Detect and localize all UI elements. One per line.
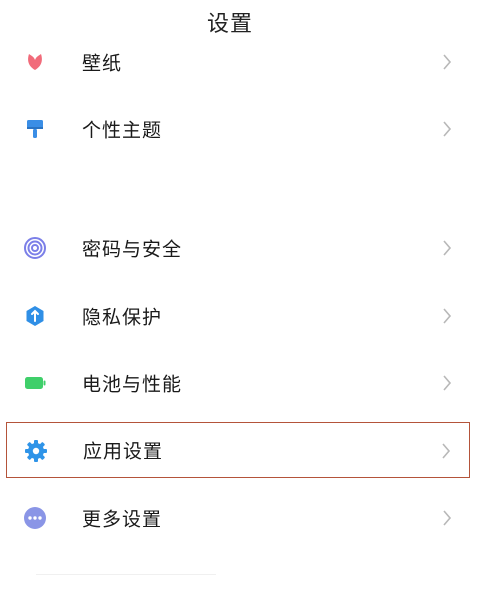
privacy-shield-icon [26,306,44,326]
chevron-right-icon [443,240,452,256]
settings-item-app-settings[interactable]: 应用设置 [6,422,470,478]
more-dots-icon [24,507,46,529]
chevron-right-icon [443,121,452,137]
settings-item-more-settings[interactable]: 更多设置 [6,490,470,546]
settings-item-label: 应用设置 [83,440,164,463]
settings-item-wallpaper[interactable]: 壁纸 [6,34,470,90]
theme-brush-icon [27,120,43,138]
settings-item-label: 隐私保护 [82,306,163,329]
chevron-right-icon [443,308,452,324]
settings-item-password-security[interactable]: 密码与安全 [6,220,470,276]
battery-icon [25,377,46,389]
wallpaper-icon [28,54,42,70]
settings-item-theme[interactable]: 个性主题 [6,101,470,157]
chevron-right-icon [443,510,452,526]
divider [36,574,216,575]
fingerprint-icon [24,237,46,259]
settings-item-battery-performance[interactable]: 电池与性能 [6,355,470,411]
settings-item-privacy[interactable]: 隐私保护 [6,288,470,344]
chevron-right-icon [443,54,452,70]
settings-item-label: 密码与安全 [82,238,183,261]
gear-icon [25,440,47,462]
chevron-right-icon [442,443,451,459]
settings-item-label: 电池与性能 [82,373,183,396]
settings-item-label: 个性主题 [82,119,163,142]
settings-item-label: 更多设置 [82,508,163,531]
settings-item-label: 壁纸 [82,52,123,75]
chevron-right-icon [443,375,452,391]
